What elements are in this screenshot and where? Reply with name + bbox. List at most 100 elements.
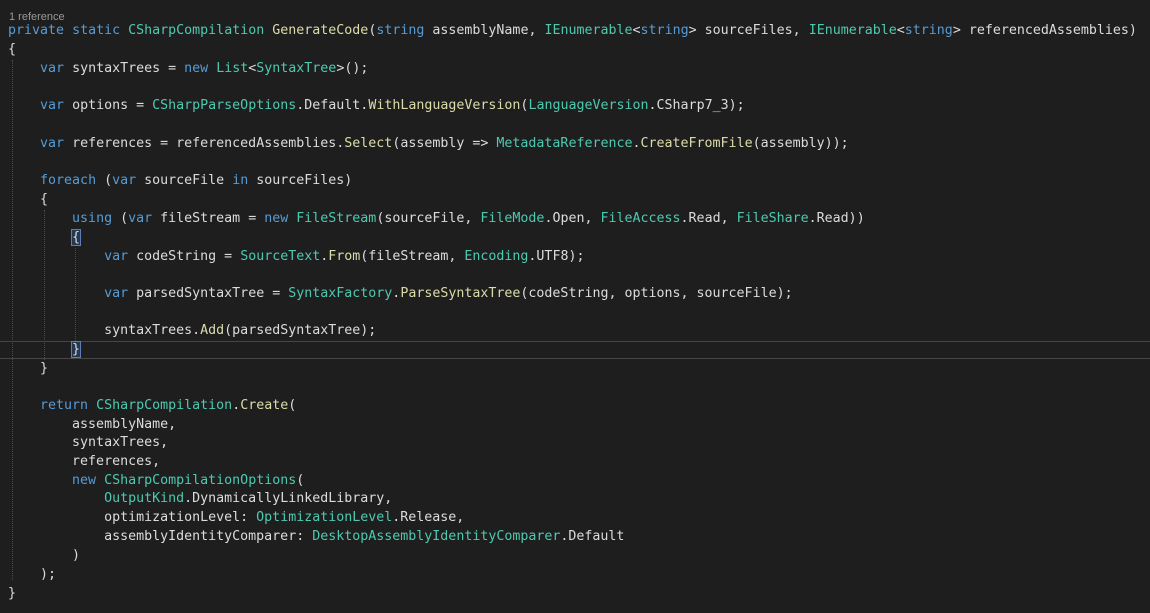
code-token: var [104,286,129,301]
code-token: foreach [40,173,97,188]
code-token: optimizationLevel: [8,510,257,525]
code-token: FileShare [736,211,809,226]
code-token: } [8,586,17,601]
code-token: >(); [336,61,369,76]
code-token: .UTF8); [528,249,585,264]
code-token: SyntaxTree [256,61,337,76]
code-token: DesktopAssemblyIdentityComparer [312,529,561,544]
code-line[interactable]: var codeString = SourceText.From(fileStr… [8,248,584,266]
code-token: string [376,23,425,38]
code-token: (fileStream, [360,249,465,264]
code-token: sourceFile [136,173,233,188]
code-token: (sourceFile, [376,211,481,226]
code-token: . [632,136,641,151]
code-token: .DynamicallyLinkedLibrary, [184,491,393,506]
code-line[interactable]: syntaxTrees, [8,434,168,452]
code-token: syntaxTrees. [8,323,201,338]
code-token: new [264,211,289,226]
code-token: static [72,23,121,38]
code-token: IEnumerable [808,23,897,38]
code-token: (parsedSyntaxTree); [224,323,377,338]
code-token: Add [200,323,225,338]
code-token: From [328,249,361,264]
indent-guide [75,248,76,341]
code-token: < [896,23,905,38]
code-line[interactable]: { [8,41,16,59]
code-token: parsedSyntaxTree = [128,286,289,301]
code-token: sourceFiles) [248,173,353,188]
code-token: .Read)) [808,211,865,226]
code-token: IEnumerable [544,23,633,38]
indent-guide [44,210,45,360]
code-token: OptimizationLevel [256,510,393,525]
code-token: in [232,173,249,188]
matched-brace: } [71,341,82,358]
code-token: options = [64,98,153,113]
code-line[interactable]: var references = referencedAssemblies.Se… [8,135,849,153]
code-token: MetadataReference [496,136,633,151]
code-token: List [216,61,249,76]
code-line[interactable]: using (var fileStream = new FileStream(s… [8,210,865,228]
code-token: FileMode [480,211,545,226]
code-line[interactable]: OutputKind.DynamicallyLinkedLibrary, [8,490,392,508]
code-line[interactable]: var options = CSharpParseOptions.Default… [8,97,745,115]
code-line[interactable]: foreach (var sourceFile in sourceFiles) [8,172,352,190]
code-token: .Read, [680,211,737,226]
code-token: FileStream [296,211,377,226]
code-token: Create [240,398,289,413]
indent-guide [12,60,13,580]
code-token: using [72,211,113,226]
code-token: var [40,98,65,113]
code-token: assemblyName, [8,417,177,432]
code-token: references, [8,454,161,469]
code-token: var [112,173,137,188]
code-token: syntaxTrees = [64,61,185,76]
code-token: CSharpCompilationOptions [104,473,297,488]
code-token: SourceText [240,249,321,264]
code-token: ); [8,567,57,582]
code-token: > sourceFiles, [688,23,809,38]
code-token: var [128,211,153,226]
code-token: .Default [560,529,625,544]
code-line[interactable]: new CSharpCompilationOptions( [8,472,304,490]
code-line[interactable]: ) [8,547,80,565]
code-token: (codeString, options, sourceFile); [520,286,793,301]
code-line[interactable]: ); [8,566,56,584]
code-line[interactable]: var parsedSyntaxTree = SyntaxFactory.Par… [8,285,793,303]
code-line[interactable]: assemblyName, [8,416,176,434]
current-line-highlight [0,341,1150,359]
code-token: Select [344,136,393,151]
code-line[interactable]: return CSharpCompilation.Create( [8,397,296,415]
code-line[interactable]: } [8,360,48,378]
code-token: ParseSyntaxTree [400,286,521,301]
code-token: ( [288,398,297,413]
code-token: .Release, [392,510,465,525]
code-line[interactable]: var syntaxTrees = new List<SyntaxTree>()… [8,60,368,78]
code-line[interactable]: assemblyIdentityComparer: DesktopAssembl… [8,528,624,546]
code-line[interactable]: references, [8,453,160,471]
code-line[interactable]: private static CSharpCompilation Generat… [8,22,1137,40]
code-editor[interactable]: 1 reference private static CSharpCompila… [0,0,1150,613]
code-line[interactable]: { [8,191,48,209]
code-token: FileAccess [600,211,681,226]
code-line[interactable]: } [8,585,16,603]
code-token: (assembly => [392,136,497,151]
code-token: codeString = [128,249,241,264]
code-token: SyntaxFactory [288,286,393,301]
code-token: { [8,192,49,207]
code-line[interactable]: syntaxTrees.Add(parsedSyntaxTree); [8,322,376,340]
code-line[interactable]: optimizationLevel: OptimizationLevel.Rel… [8,509,464,527]
code-token: CSharpCompilation [96,398,233,413]
code-token: CreateFromFile [640,136,753,151]
code-token: var [104,249,129,264]
